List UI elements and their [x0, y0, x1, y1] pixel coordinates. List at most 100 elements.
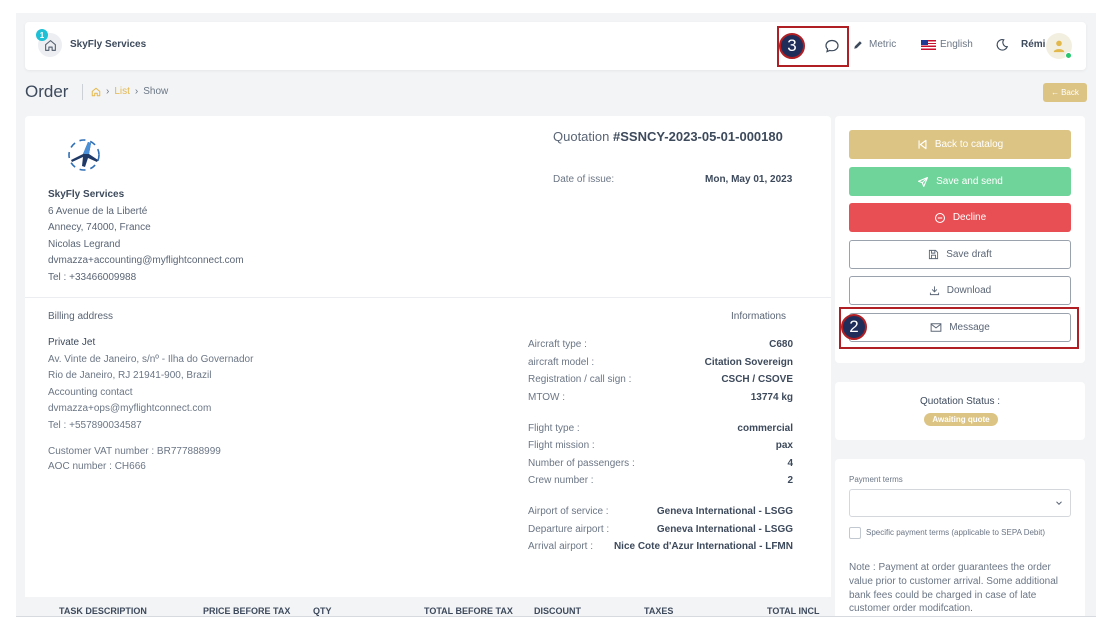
info-key: Registration / call sign : — [528, 374, 632, 386]
billing-address: Private Jet Av. Vinte de Janeiro, s/nº -… — [48, 335, 253, 435]
payment-note: Note : Payment at order guarantees the o… — [849, 562, 1058, 615]
save-draft-label: Save draft — [946, 249, 992, 260]
download-button[interactable]: Download — [849, 276, 1071, 305]
informations-list: Aircraft type : C680 aircraft model : Cita… — [528, 336, 793, 556]
seller-line: 6 Avenue de la Liberté — [48, 205, 148, 217]
avatar[interactable] — [1046, 33, 1072, 59]
column-header[interactable]: TAXES — [644, 606, 673, 616]
info-key: Arrival airport : — [528, 541, 594, 553]
status-label: Quotation Status : — [919, 396, 1001, 407]
payment-terms-panel: Payment terms Specific payment terms (ap… — [835, 459, 1085, 617]
airplane-logo-icon — [68, 139, 100, 171]
chevron-right-icon: › — [106, 86, 110, 97]
info-row: Arrival airport : Nice Cote d'Azur Intern… — [528, 538, 793, 556]
home-icon — [44, 39, 56, 51]
language-selector[interactable]: English — [921, 39, 973, 50]
info-row: Crew number : 2 — [528, 472, 793, 490]
info-key: Crew number : — [528, 475, 594, 487]
annotation-marker-chat: 3 — [779, 33, 805, 59]
aoc-number: AOC number : CH666 — [48, 460, 146, 472]
column-header[interactable]: PRICE BEFORE TAX — [203, 606, 290, 616]
chevron-right-icon: › — [134, 86, 139, 97]
billing-line: Tel : +557890034587 — [48, 419, 142, 431]
column-header[interactable]: TOTAL INCL — [767, 606, 820, 616]
column-header[interactable]: QTY — [313, 606, 332, 616]
title-divider — [82, 84, 83, 100]
info-value: Nice Cote d'Azur International - LFMN — [613, 541, 793, 553]
column-header[interactable]: TOTAL BEFORE TAX — [424, 606, 513, 616]
minus-circle-icon — [934, 212, 945, 223]
decline-button[interactable]: Decline — [849, 203, 1071, 232]
save-and-send-label: Save and send — [936, 176, 1003, 187]
seller-address: SkyFly Services 6 Avenue de la Liberté A… — [48, 187, 244, 287]
section-divider — [25, 297, 831, 298]
horizontal-scrollbar[interactable] — [16, 616, 1096, 617]
info-value: commercial — [737, 422, 793, 434]
status-badge: Awaiting quote — [924, 413, 998, 426]
billing-line: Rio de Janeiro, RJ 21941-900, Brazil — [48, 370, 212, 382]
info-value: Geneva International - LSGG — [656, 523, 793, 535]
informations-heading: Informations — [731, 311, 787, 322]
issue-date-value: Mon, May 01, 2023 — [705, 174, 793, 185]
issue-date-label: Date of issue: — [553, 174, 615, 185]
payment-terms-select[interactable] — [849, 489, 1071, 517]
info-value: Citation Sovereign — [704, 356, 793, 368]
seller-line: Nicolas Legrand — [48, 238, 121, 250]
chevron-down-icon — [1056, 501, 1062, 505]
info-key: Aircraft type : — [528, 339, 587, 351]
send-icon — [918, 176, 929, 187]
info-key: Airport of service : — [528, 506, 609, 518]
save-draft-button[interactable]: Save draft — [849, 240, 1071, 269]
column-header[interactable]: DISCOUNT — [534, 606, 581, 616]
info-key: Flight type : — [528, 422, 580, 434]
info-value: CSCH / CSOVE — [721, 374, 793, 386]
vat-number: Customer VAT number : BR777888999 — [48, 446, 221, 457]
back-button[interactable]: ← Back — [1043, 83, 1087, 102]
breadcrumb-list-link[interactable]: List — [114, 86, 130, 97]
online-status-dot — [1065, 52, 1072, 59]
info-value: 13774 kg — [750, 391, 793, 403]
info-row: MTOW : 13774 kg — [528, 389, 793, 407]
quotation-status-panel: Quotation Status : Awaiting quote — [835, 382, 1085, 440]
customer-identifiers: Customer VAT number : BR777888999 AOC nu… — [48, 445, 221, 475]
info-row: Airport of service : Geneva International… — [528, 503, 793, 521]
back-to-catalog-label: Back to catalog — [934, 139, 1004, 150]
specific-payment-terms-checkbox[interactable] — [849, 527, 861, 539]
home-icon[interactable] — [91, 87, 101, 97]
moon-icon[interactable] — [995, 38, 1009, 52]
breadcrumb: › List › Show — [91, 86, 168, 97]
info-row: Flight mission : pax — [528, 437, 793, 455]
info-row: Registration / call sign : CSCH / CSOVE — [528, 371, 793, 389]
info-key: Number of passengers : — [528, 457, 635, 469]
brand-name: SkyFly Services — [70, 39, 147, 50]
save-and-send-button[interactable]: Save and send — [849, 167, 1071, 196]
us-flag-icon — [921, 39, 936, 50]
column-header[interactable]: TASK DESCRIPTION — [59, 606, 147, 616]
seller-name: SkyFly Services — [48, 189, 125, 200]
quotation-title-prefix: Quotation — [553, 129, 613, 144]
info-row: Number of passengers : 4 — [528, 455, 793, 473]
billing-line: Accounting contact — [48, 386, 133, 398]
decline-label: Decline — [952, 212, 987, 223]
unit-toggle[interactable]: Metric — [853, 39, 896, 50]
payment-terms-label: Payment terms — [849, 475, 903, 484]
billing-line: Av. Vinte de Janeiro, s/nº - Ilha do Gov… — [48, 353, 254, 365]
back-to-catalog-button[interactable]: Back to catalog — [849, 130, 1071, 159]
top-navbar: 1 SkyFly Services Metric English Rémi — [25, 22, 1086, 70]
notification-badge: 1 — [36, 29, 48, 41]
billing-heading: Billing address — [48, 311, 114, 322]
user-name[interactable]: Rémi — [1021, 39, 1045, 50]
info-row: Aircraft type : C680 — [528, 336, 793, 354]
task-table-header: TASK DESCRIPTION PRICE BEFORE TAX QTY TO… — [25, 597, 831, 617]
info-key: MTOW : — [528, 391, 566, 403]
back-label: Back — [1061, 88, 1079, 97]
seller-line: dvmazza+accounting@myflightconnect.com — [48, 255, 244, 267]
info-key: aircraft model : — [528, 356, 595, 368]
floppy-disk-icon — [929, 249, 939, 260]
info-value: 4 — [787, 457, 793, 469]
unit-label: Metric — [869, 39, 897, 50]
download-label: Download — [946, 285, 992, 296]
info-value: C680 — [769, 339, 793, 351]
billing-line: dvmazza+ops@myflightconnect.com — [48, 403, 212, 415]
billing-name: Private Jet — [48, 337, 96, 348]
